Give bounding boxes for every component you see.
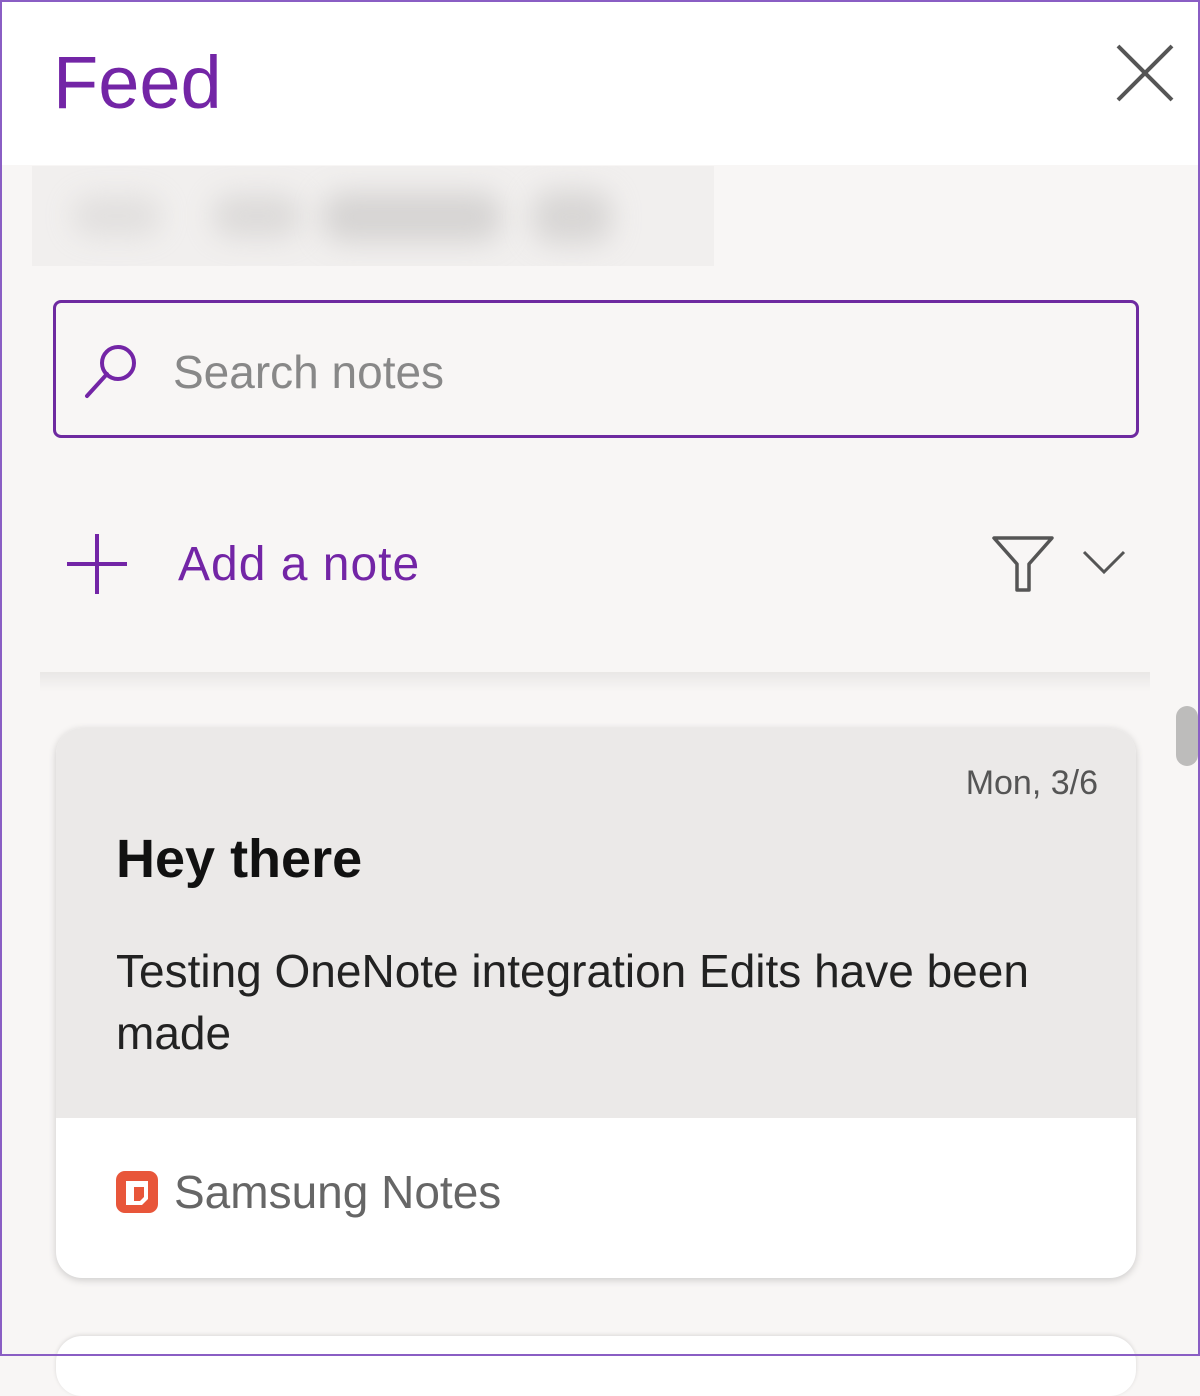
- search-box[interactable]: [53, 300, 1139, 438]
- close-icon: [1116, 44, 1174, 102]
- note-card[interactable]: Mon, 3/6 Hey there Testing OneNote integ…: [56, 728, 1136, 1278]
- scrollbar-thumb[interactable]: [1176, 706, 1198, 766]
- filter-icon: [992, 536, 1054, 592]
- add-note-button[interactable]: Add a note: [62, 528, 420, 600]
- note-title: Hey there: [116, 829, 363, 889]
- header-divider: [40, 672, 1150, 692]
- note-body: Testing OneNote integration Edits have b…: [116, 945, 1029, 1059]
- filter-button[interactable]: [990, 534, 1056, 594]
- note-source-name: Samsung Notes: [174, 1166, 502, 1218]
- search-input[interactable]: [173, 333, 1073, 411]
- search-icon: [85, 345, 136, 398]
- note-card-content: Mon, 3/6 Hey there Testing OneNote integ…: [56, 728, 1136, 1118]
- samsung-notes-icon: [116, 1171, 158, 1213]
- note-card-next[interactable]: [56, 1336, 1136, 1396]
- note-source: Samsung Notes: [116, 1164, 501, 1220]
- plus-icon: [67, 534, 127, 594]
- filter-dropdown-button[interactable]: [1080, 544, 1128, 580]
- chevron-down-icon: [1082, 550, 1126, 575]
- feed-header: Feed: [0, 0, 1200, 165]
- blurred-content: [32, 166, 714, 266]
- add-note-label: Add a note: [178, 537, 421, 591]
- page-title: Feed: [53, 41, 222, 124]
- note-date: Mon, 3/6: [965, 764, 1098, 802]
- close-button[interactable]: [1112, 40, 1178, 106]
